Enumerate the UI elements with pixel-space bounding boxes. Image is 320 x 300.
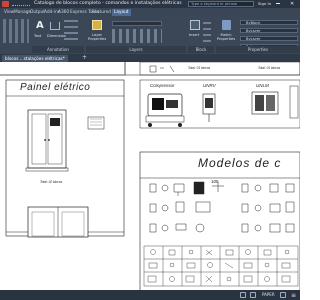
- title-bar: Catalogo de blocos completo - comandos e…: [0, 0, 300, 8]
- status-bar: PAPER ≡: [0, 290, 300, 300]
- annotation-tools-icons[interactable]: [64, 20, 78, 40]
- ribbon-tabs: View Manage Output Add-ins A360 Express …: [0, 8, 300, 16]
- panel-label-annotation[interactable]: Annotation: [32, 46, 84, 53]
- compressor-label: Compressor: [150, 83, 175, 88]
- insert-button[interactable]: Insert: [189, 33, 199, 37]
- layer-properties-button[interactable]: Layer Properties: [86, 33, 108, 41]
- number-105-label: 105: [211, 179, 219, 184]
- painel-eletrico-title: Painel elétrico: [20, 82, 91, 93]
- block-tools-icons[interactable]: [203, 20, 211, 42]
- quick-access-icons[interactable]: [12, 2, 30, 6]
- total-label-painel: Total: 02 blocos: [40, 180, 63, 184]
- workspace-icon[interactable]: [280, 292, 286, 298]
- dimension-icon[interactable]: [50, 22, 60, 30]
- snap-icon[interactable]: [250, 292, 256, 298]
- window-title: Catalogo de blocos completo - comandos e…: [34, 1, 182, 6]
- drawing-linework: [0, 62, 300, 290]
- match-properties-button[interactable]: Match Properties: [215, 33, 237, 41]
- modelos-title: Modelos de c: [198, 156, 282, 170]
- document-tabs: blocos ...stalações elétricas* +: [0, 54, 300, 62]
- text-button[interactable]: Text: [34, 34, 41, 38]
- minimize-icon[interactable]: [276, 3, 280, 4]
- layer-dropdown[interactable]: [112, 21, 162, 26]
- panel-label-layers[interactable]: Layers: [86, 46, 186, 53]
- search-input[interactable]: Type a keyword or phrase: [188, 1, 254, 7]
- text-icon[interactable]: A: [36, 20, 44, 31]
- total-label-top-a: Total: 01 blocos: [188, 66, 211, 70]
- app-logo-icon[interactable]: [2, 1, 9, 7]
- draw-tools-icons[interactable]: [3, 19, 29, 43]
- panel-label-properties[interactable]: Properties: [216, 46, 300, 53]
- linetype-dropdown[interactable]: ByLayer: [240, 28, 298, 33]
- tab-layout[interactable]: Layout: [112, 9, 131, 16]
- document-tab[interactable]: blocos ...stalações elétricas*: [2, 55, 68, 62]
- menu-icon[interactable]: ≡: [291, 291, 296, 300]
- layer-tools-icons[interactable]: [112, 29, 162, 43]
- sign-in-button[interactable]: Sign In: [258, 0, 271, 8]
- insert-block-icon[interactable]: [190, 20, 200, 30]
- grid-icon[interactable]: [240, 292, 246, 298]
- color-dropdown[interactable]: ByBlock: [240, 20, 298, 25]
- layer-properties-icon[interactable]: [92, 20, 102, 30]
- paper-space-button[interactable]: PAPER: [262, 290, 275, 300]
- total-label-top-b: Total: 01 blocos: [258, 66, 281, 70]
- unrv-label: UNRV: [203, 83, 216, 88]
- unlm-label: UNLM: [256, 83, 269, 88]
- match-properties-icon[interactable]: [222, 20, 231, 30]
- lineweight-dropdown[interactable]: ByLayer: [240, 36, 298, 41]
- panel-label-block[interactable]: Block: [188, 46, 214, 53]
- new-tab-icon[interactable]: +: [82, 54, 87, 62]
- drawing-canvas[interactable]: Total: 01 blocos Total: 01 blocos Painel…: [0, 62, 300, 290]
- close-icon[interactable]: ✕: [290, 0, 294, 8]
